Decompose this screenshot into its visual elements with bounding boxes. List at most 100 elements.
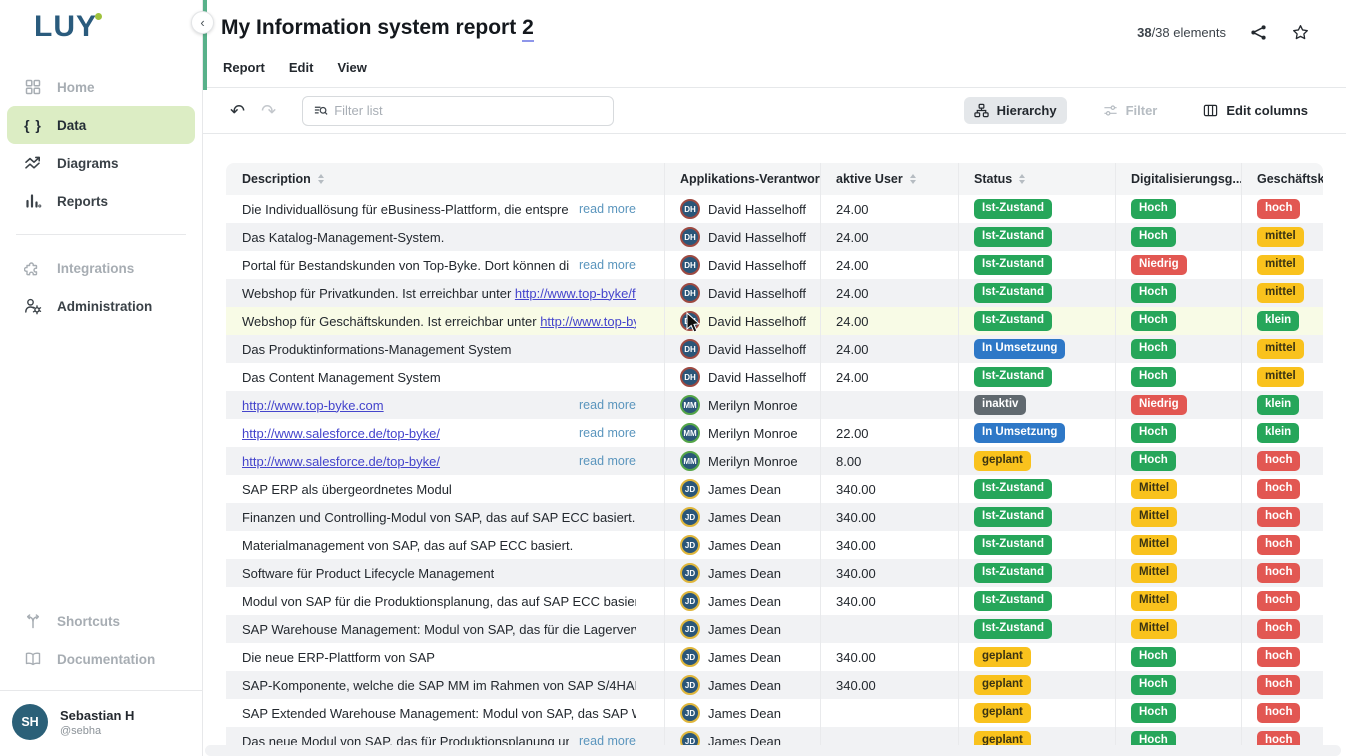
digitalisierungsgrad-cell: Niedrig: [1115, 251, 1241, 279]
read-more-link[interactable]: read more: [579, 258, 636, 272]
description-text: Materialmanagement von SAP, das auf SAP …: [242, 538, 573, 553]
column-header-description[interactable]: Description: [226, 163, 664, 195]
owner-name: James Dean: [708, 622, 781, 637]
table-row[interactable]: Modul von SAP für die Produktionsplanung…: [226, 587, 1323, 615]
status-cell: Ist-Zustand: [958, 223, 1115, 251]
table-row[interactable]: Das Katalog-Management-System.DHDavid Ha…: [226, 223, 1323, 251]
read-more-link[interactable]: read more: [579, 426, 636, 440]
integrations-icon: [23, 258, 43, 278]
sidebar-item-administration[interactable]: Administration: [7, 287, 195, 325]
description-cell: Die Individuallösung für eBusiness-Platt…: [226, 195, 664, 223]
sidebar-nav: Home{ }DataDiagramsReports IntegrationsAd…: [0, 68, 202, 325]
menu-edit[interactable]: Edit: [289, 60, 314, 75]
undo-icon[interactable]: ↶: [230, 102, 245, 120]
menu-view[interactable]: View: [337, 60, 366, 75]
table-row[interactable]: Das Content Management SystemDHDavid Has…: [226, 363, 1323, 391]
sidebar-item-data[interactable]: { }Data: [7, 106, 195, 144]
column-header-gesch-ftskritik[interactable]: Geschäftskritik: [1241, 163, 1323, 195]
sidebar-item-integrations[interactable]: Integrations: [7, 249, 195, 287]
description-link[interactable]: http://www.top-byke/business/: [540, 314, 636, 329]
geschaeftskritikalitaet-badge: mittel: [1257, 283, 1304, 303]
sidebar-item-documentation[interactable]: Documentation: [7, 640, 195, 678]
sort-icon[interactable]: [318, 174, 324, 184]
filter-list-field[interactable]: [302, 96, 614, 126]
table-row[interactable]: Finanzen und Controlling-Modul von SAP, …: [226, 503, 1323, 531]
table-row[interactable]: http://www.top-byke.com read more MMMerily…: [226, 391, 1323, 419]
active-user-cell: 340.00: [820, 503, 958, 531]
active-user-cell: [820, 391, 958, 419]
table-row[interactable]: SAP Extended Warehouse Management: Modul…: [226, 699, 1323, 727]
description-cell: Modul von SAP für die Produktionsplanung…: [226, 587, 664, 615]
table-row[interactable]: Software für Product Lifecycle Managemen…: [226, 559, 1323, 587]
description-text: Software für Product Lifecycle Managemen…: [242, 566, 494, 581]
status-cell: Ist-Zustand: [958, 279, 1115, 307]
table-row[interactable]: Webshop für Privatkunden. Ist erreichbar…: [226, 279, 1323, 307]
read-more-link[interactable]: read more: [579, 202, 636, 216]
owner-cell: DHDavid Hasselhoff: [664, 195, 820, 223]
user-profile[interactable]: SH Sebastian H @sebha: [0, 690, 202, 756]
table-row[interactable]: Materialmanagement von SAP, das auf SAP …: [226, 531, 1323, 559]
table-row[interactable]: SAP-Komponente, welche die SAP MM im Rah…: [226, 671, 1323, 699]
owner-cell: JDJames Dean: [664, 587, 820, 615]
digitalisierungsgrad-cell: Hoch: [1115, 363, 1241, 391]
horizontal-scrollbar[interactable]: [205, 745, 1341, 756]
table-row[interactable]: http://www.salesforce.de/top-byke/read m…: [226, 447, 1323, 475]
filter-button[interactable]: Filter: [1093, 97, 1168, 124]
toolbar-right: Hierarchy Filter Edit columns: [964, 97, 1318, 124]
share-icon: [1250, 24, 1267, 41]
read-more-link[interactable]: read more: [579, 398, 636, 412]
description-link[interactable]: http://www.top-byke/for-you/: [515, 286, 636, 301]
redo-icon[interactable]: ↷: [261, 102, 276, 120]
description-link[interactable]: http://www.salesforce.de/top-byke/: [242, 454, 440, 469]
header-actions: 38/38 elements: [1137, 22, 1310, 42]
hierarchy-button[interactable]: Hierarchy: [964, 97, 1067, 124]
filter-list-input[interactable]: [334, 103, 603, 118]
active-user-cell: 22.00: [820, 419, 958, 447]
column-header-digitalisierungsg-[interactable]: Digitalisierungsg...: [1115, 163, 1241, 195]
status-cell: Ist-Zustand: [958, 307, 1115, 335]
column-header-aktive-user[interactable]: aktive User: [820, 163, 958, 195]
sort-icon[interactable]: [1019, 174, 1025, 184]
geschaeftskritikalitaet-badge: mittel: [1257, 227, 1304, 247]
home-icon: [23, 77, 43, 97]
table-row[interactable]: http://www.salesforce.de/top-byke/read m…: [226, 419, 1323, 447]
app-window: LUY Home{ }DataDiagramsReports Integratio…: [0, 0, 1346, 756]
sidebar-item-shortcuts[interactable]: Shortcuts: [7, 602, 195, 640]
star-icon: [1292, 24, 1309, 41]
description-link[interactable]: http://www.salesforce.de/top-byke/: [242, 426, 440, 441]
column-header-applikations-verantwort-[interactable]: Applikations-Verantwort...: [664, 163, 820, 195]
table-row[interactable]: Webshop für Geschäftskunden. Ist erreich…: [226, 307, 1323, 335]
column-header-status[interactable]: Status: [958, 163, 1115, 195]
sidebar-item-diagrams[interactable]: Diagrams: [7, 144, 195, 182]
table-row[interactable]: Portal für Bestandskunden von Top-Byke. …: [226, 251, 1323, 279]
column-header-label: Description: [242, 172, 311, 186]
table-row[interactable]: Das Produktinformations-Management Syste…: [226, 335, 1323, 363]
table-row[interactable]: SAP Warehouse Management: Modul von SAP,…: [226, 615, 1323, 643]
table-row[interactable]: Die Individuallösung für eBusiness-Platt…: [226, 195, 1323, 223]
administration-icon: [23, 296, 43, 316]
share-button[interactable]: [1248, 22, 1268, 42]
sidebar-item-reports[interactable]: Reports: [7, 182, 195, 220]
owner-cell: MMMerilyn Monroe: [664, 391, 820, 419]
favorite-button[interactable]: [1290, 22, 1310, 42]
report-table: Description Applikations-Verantwort...akt…: [226, 163, 1323, 755]
main-area: ‹ My Information system report 2 38/38 e…: [203, 0, 1346, 756]
status-badge: Ist-Zustand: [974, 479, 1052, 499]
read-more-link[interactable]: read more: [579, 454, 636, 468]
table-row[interactable]: SAP ERP als übergeordnetes ModulJDJames …: [226, 475, 1323, 503]
edit-columns-button[interactable]: Edit columns: [1193, 97, 1318, 124]
menu-report[interactable]: Report: [223, 60, 265, 75]
table-row[interactable]: Die neue ERP-Plattform von SAPJDJames De…: [226, 643, 1323, 671]
owner-avatar: JD: [680, 591, 700, 611]
geschaeftskritikalitaet-badge: hoch: [1257, 535, 1300, 555]
owner-name: David Hasselhoff: [708, 230, 806, 245]
sidebar-collapse-button[interactable]: ‹: [191, 11, 214, 34]
geschaeftskritikalitaet-cell: mittel: [1241, 279, 1323, 307]
description-cell: Webshop für Geschäftskunden. Ist erreich…: [226, 307, 664, 335]
sort-icon[interactable]: [910, 174, 916, 184]
digitalisierungsgrad-cell: Hoch: [1115, 671, 1241, 699]
description-link[interactable]: http://www.top-byke.com: [242, 398, 384, 413]
sidebar-item-home[interactable]: Home: [7, 68, 195, 106]
geschaeftskritikalitaet-badge: hoch: [1257, 619, 1300, 639]
luy-logo[interactable]: LUY: [34, 10, 108, 44]
